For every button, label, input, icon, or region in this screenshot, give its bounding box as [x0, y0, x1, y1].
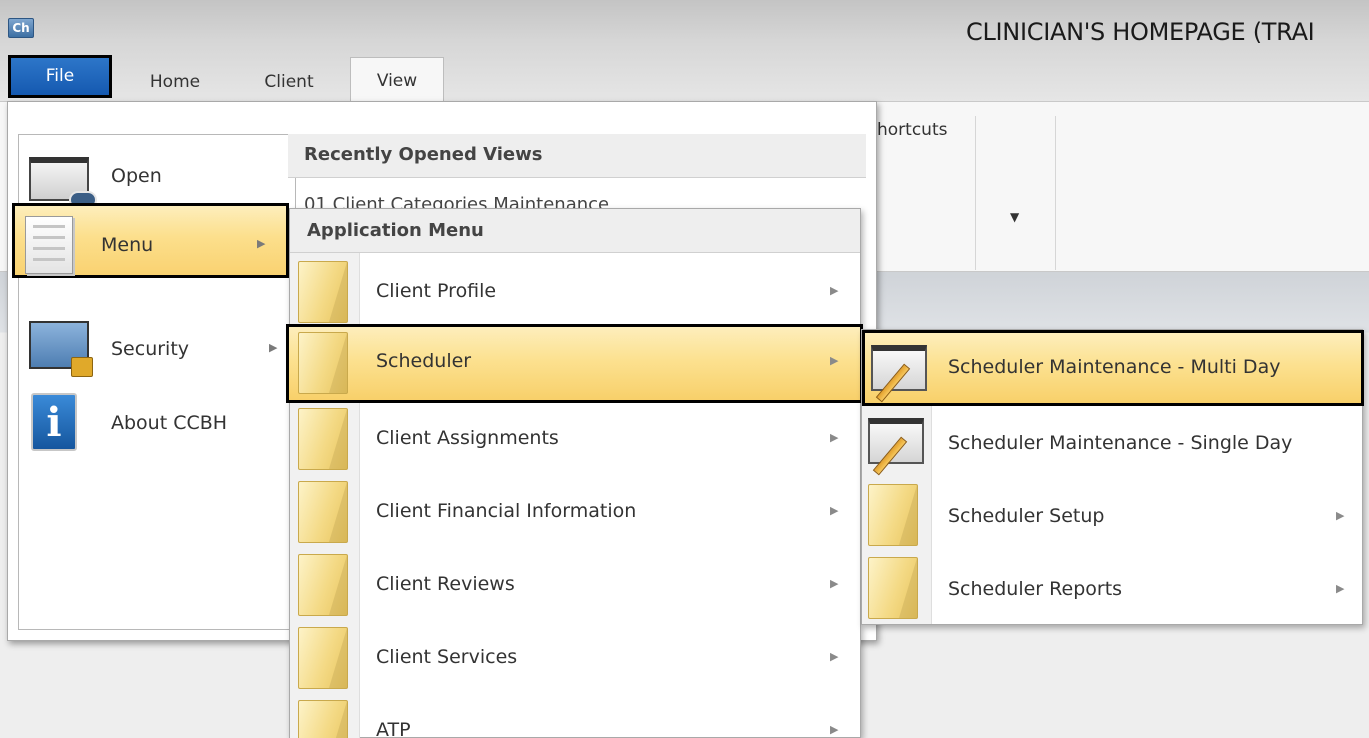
submenu-arrow-icon: ▶: [830, 577, 839, 590]
submenu-item-scheduler-maintenance-single-day[interactable]: Scheduler Maintenance - Single Day: [862, 406, 1362, 479]
file-menu-item-label: About CCBH: [111, 412, 228, 434]
folder-icon: [298, 627, 348, 689]
folder-icon: [298, 554, 348, 616]
submenu-item-scheduler-reports[interactable]: Scheduler Reports ▶: [862, 552, 1362, 625]
ribbon-separator: [975, 116, 976, 270]
submenu-item-scheduler-setup[interactable]: Scheduler Setup ▶: [862, 479, 1362, 552]
recent-views-header: Recently Opened Views: [288, 134, 866, 178]
submenu-arrow-icon: ▶: [830, 504, 839, 517]
submenu-arrow-icon: ▶: [269, 341, 278, 354]
file-menu-item-menu[interactable]: Menu ▶: [12, 203, 289, 278]
submenu-item-label: Scheduler Maintenance - Multi Day: [948, 356, 1281, 378]
app-menu-item-client-financial-information[interactable]: Client Financial Information ▶: [290, 474, 860, 547]
app-logo-icon: Ch: [8, 18, 34, 38]
application-menu-header: Application Menu: [290, 209, 860, 253]
edit-window-icon: [868, 418, 924, 476]
app-menu-item-label: Client Services: [376, 646, 518, 668]
file-menu-item-about[interactable]: i About CCBH: [19, 389, 295, 455]
app-menu-item-label: Client Profile: [376, 280, 497, 302]
tab-home[interactable]: Home: [145, 69, 205, 102]
app-menu-item-scheduler[interactable]: Scheduler ▶: [286, 324, 863, 403]
tab-file[interactable]: File: [8, 55, 112, 98]
dropdown-arrow-icon[interactable]: ▼: [1010, 210, 1019, 224]
app-menu-item-label: Scheduler: [376, 350, 472, 372]
submenu-arrow-icon: ▶: [1336, 582, 1345, 595]
submenu-item-label: Scheduler Reports: [948, 578, 1123, 600]
file-menu-item-security[interactable]: Security ▶: [19, 317, 295, 383]
info-icon: i: [31, 393, 77, 451]
folder-icon: [298, 261, 348, 323]
scheduler-submenu: Scheduler Maintenance - Multi Day Schedu…: [861, 329, 1364, 625]
app-menu-item-label: Client Reviews: [376, 573, 515, 595]
app-menu-item-client-reviews[interactable]: Client Reviews ▶: [290, 547, 860, 620]
file-menu-item-label: Menu: [101, 234, 154, 256]
folder-icon: [298, 332, 348, 394]
file-menu-item-label: Security: [111, 338, 190, 360]
ribbon-tabs: File Home Client View: [0, 55, 600, 102]
submenu-item-label: Scheduler Setup: [948, 505, 1105, 527]
window-title: CLINICIAN'S HOMEPAGE (TRAI: [966, 18, 1315, 46]
app-menu-item-client-services[interactable]: Client Services ▶: [290, 620, 860, 693]
document-icon: [25, 216, 73, 274]
security-lock-icon: [29, 321, 93, 377]
submenu-arrow-icon: ▶: [1336, 509, 1345, 522]
application-menu: Application Menu Client Profile ▶ Schedu…: [286, 208, 863, 738]
tab-client[interactable]: Client: [258, 69, 320, 102]
submenu-arrow-icon: ▶: [830, 431, 839, 444]
binoculars-window-icon: [29, 157, 97, 209]
submenu-arrow-icon: ▶: [830, 354, 839, 367]
ribbon-group-label: hortcuts: [877, 120, 948, 140]
tab-view[interactable]: View: [350, 57, 444, 102]
app-menu-item-client-assignments[interactable]: Client Assignments ▶: [290, 401, 860, 474]
folder-icon: [298, 481, 348, 543]
submenu-arrow-icon: ▶: [257, 237, 266, 250]
app-menu-item-label: ATP: [376, 719, 411, 738]
folder-icon: [298, 408, 348, 470]
app-menu-item-atp[interactable]: ATP ▶: [290, 693, 860, 738]
submenu-item-label: Scheduler Maintenance - Single Day: [948, 432, 1293, 454]
submenu-arrow-icon: ▶: [830, 284, 839, 297]
folder-icon: [868, 557, 918, 619]
ribbon-separator: [1055, 116, 1056, 270]
folder-icon: [868, 484, 918, 546]
file-menu-item-open[interactable]: Open: [19, 141, 295, 209]
edit-window-icon: [871, 345, 927, 403]
folder-icon: [298, 700, 348, 738]
submenu-arrow-icon: ▶: [830, 723, 839, 736]
title-bar: Ch CLINICIAN'S HOMEPAGE (TRAI File Home …: [0, 0, 1369, 102]
submenu-arrow-icon: ▶: [830, 650, 839, 663]
app-menu-item-label: Client Assignments: [376, 427, 559, 449]
app-menu-item-client-profile[interactable]: Client Profile ▶: [290, 254, 860, 327]
file-menu-item-label: Open: [111, 165, 162, 187]
submenu-item-scheduler-maintenance-multi-day[interactable]: Scheduler Maintenance - Multi Day: [862, 330, 1364, 406]
app-menu-item-label: Client Financial Information: [376, 500, 637, 522]
